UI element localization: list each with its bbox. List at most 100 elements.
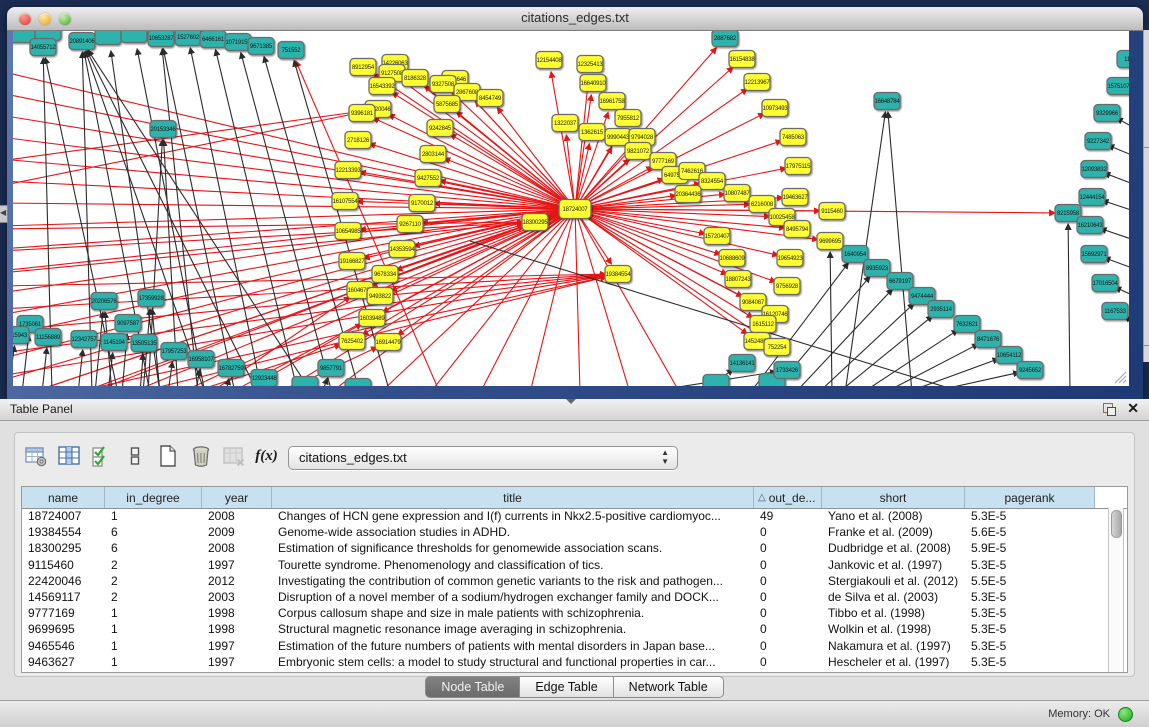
graph-node[interactable]: 751552	[278, 42, 304, 59]
graph-node[interactable]: 19384554	[605, 266, 631, 283]
graph-node[interactable]: 7485063	[780, 129, 806, 146]
cell-title[interactable]: Disruption of a novel member of a sodium…	[272, 589, 754, 605]
cell-name[interactable]: 9699695	[22, 621, 105, 637]
graph-node[interactable]: 12342757	[71, 331, 97, 348]
graph-node[interactable]: 12923448	[251, 370, 277, 387]
cell-out-de-[interactable]: 0	[754, 540, 822, 556]
cell-pagerank[interactable]: 5.3E-5	[965, 557, 1095, 573]
cell-name[interactable]: 22420046	[22, 573, 105, 589]
graph-node[interactable]: 7632621	[954, 316, 980, 333]
graph-node[interactable]: 16543392	[369, 78, 395, 95]
tab-edge-table[interactable]: Edge Table	[520, 676, 613, 698]
graph-node[interactable]: 9671385	[248, 38, 274, 55]
graph-node[interactable]: 1362615	[579, 124, 605, 141]
graph-node[interactable]: 12093832	[1081, 161, 1107, 178]
graph-node[interactable]: 2718126	[345, 132, 371, 149]
tab-network-table[interactable]: Network Table	[614, 676, 724, 698]
graph-node[interactable]: 9427552	[415, 170, 441, 187]
graph-node[interactable]: 16154838	[729, 51, 755, 68]
graph-node[interactable]: 8186328	[402, 70, 428, 87]
cell-title[interactable]: Embryonic stem cells: a model to study s…	[272, 654, 754, 670]
cell-short[interactable]: Hescheler et al. (1997)	[822, 654, 965, 670]
minimize-window-button[interactable]	[39, 13, 51, 25]
graph-node[interactable]: 10653287	[148, 31, 174, 47]
cell-pagerank[interactable]: 5.3E-5	[965, 605, 1095, 621]
graph-node[interactable]	[703, 375, 729, 387]
cell-in-degree[interactable]: 1	[105, 654, 202, 670]
graph-node[interactable]: 8324554	[699, 173, 725, 190]
cell-out-de-[interactable]: 0	[754, 573, 822, 589]
graph-node[interactable]: 8471676	[975, 331, 1001, 348]
memory-ok-indicator[interactable]	[1118, 707, 1133, 722]
close-window-button[interactable]	[19, 13, 31, 25]
cell-out-de-[interactable]: 0	[754, 654, 822, 670]
graph-node[interactable]: 9242845	[427, 120, 453, 137]
column-header-pagerank[interactable]: pagerank	[965, 487, 1095, 508]
cell-year[interactable]: 1998	[202, 605, 272, 621]
cell-in-degree[interactable]: 6	[105, 540, 202, 556]
cell-title[interactable]: Estimation of significance thresholds fo…	[272, 540, 754, 556]
float-panel-icon[interactable]	[1102, 402, 1117, 417]
cell-name[interactable]: 19384554	[22, 524, 105, 540]
table-settings-button[interactable]	[19, 441, 52, 471]
cell-pagerank[interactable]: 5.3E-5	[965, 638, 1095, 654]
column-header-name[interactable]: name	[22, 487, 105, 508]
citation-graph[interactable]: 1405571220891406106532871527602646616110…	[13, 31, 1129, 386]
graph-node[interactable]: 20891406	[69, 33, 95, 50]
cell-in-degree[interactable]: 2	[105, 557, 202, 573]
cell-out-de-[interactable]: 0	[754, 621, 822, 637]
graph-node[interactable]: 19166827	[339, 253, 365, 270]
graph-node[interactable]: 14055712	[30, 39, 56, 56]
splitter-handle[interactable]	[566, 399, 576, 404]
graph-node[interactable]: 16210643	[1077, 217, 1103, 234]
graph-node[interactable]: 752254	[764, 339, 790, 356]
table-row[interactable]: 977716911998Corpus callosum shape and si…	[22, 605, 1127, 621]
graph-node[interactable]: 15692971	[1081, 246, 1107, 263]
graph-node[interactable]: 17016504	[1092, 275, 1118, 292]
table-scrollbar[interactable]	[1108, 508, 1124, 672]
cell-title[interactable]: Estimation of the future numbers of pati…	[272, 638, 754, 654]
network-canvas[interactable]: 1405571220891406106532871527602646616110…	[13, 31, 1129, 386]
graph-node[interactable]: 7625402	[339, 333, 365, 350]
close-panel-icon[interactable]: ✕	[1127, 400, 1139, 417]
graph-node[interactable]: 10654112	[996, 347, 1022, 364]
graph-node[interactable]: 20153346	[150, 121, 176, 138]
select-columns-button[interactable]	[85, 441, 118, 471]
graph-node[interactable]: 17957253	[161, 343, 187, 360]
graph-node[interactable]: 9245652	[1017, 362, 1043, 379]
maximize-window-button[interactable]	[59, 13, 71, 25]
graph-node[interactable]: 7955812	[615, 110, 641, 127]
cell-out-de-[interactable]: 0	[754, 605, 822, 621]
graph-node[interactable]: 1117	[1117, 51, 1129, 68]
graph-node[interactable]: 9329966	[1094, 105, 1120, 122]
cell-year[interactable]: 2012	[202, 573, 272, 589]
graph-node[interactable]: 6679197	[887, 273, 913, 290]
cell-year[interactable]: 1998	[202, 621, 272, 637]
graph-node[interactable]: 10654985	[335, 223, 361, 240]
table-row[interactable]: 1830029562008Estimation of significance …	[22, 540, 1127, 556]
cell-title[interactable]: Corpus callosum shape and size in male p…	[272, 605, 754, 621]
cell-name[interactable]: 9115460	[22, 557, 105, 573]
graph-node[interactable]: 16961758	[599, 93, 625, 110]
table-row[interactable]: 2242004622012Investigating the contribut…	[22, 573, 1127, 589]
graph-node[interactable]: 9170012	[409, 195, 435, 212]
graph-node[interactable]: 17359928	[138, 290, 164, 307]
graph-node[interactable]: 1167533	[1102, 303, 1128, 320]
delete-table-button[interactable]	[217, 441, 250, 471]
graph-node[interactable]: 16782759	[218, 360, 244, 377]
graph-node[interactable]: 9097587	[115, 315, 141, 332]
cell-in-degree[interactable]: 1	[105, 508, 202, 524]
graph-node[interactable]: 2803144	[420, 146, 446, 163]
graph-node[interactable]: 1733426	[774, 362, 800, 379]
table-panel-header[interactable]: Table Panel ✕	[0, 399, 1149, 421]
graph-node[interactable]: 2887682	[712, 31, 738, 47]
table-row[interactable]: 1872400712008Changes of HCN gene express…	[22, 508, 1127, 524]
graph-node[interactable]: 8912954	[350, 59, 376, 76]
graph-node[interactable]: 20206576	[91, 293, 117, 310]
graph-node[interactable]: 10807487	[724, 185, 750, 202]
cell-out-de-[interactable]: 0	[754, 638, 822, 654]
table-row[interactable]: 969969511998Structural magnetic resonanc…	[22, 621, 1127, 637]
tab-node-table[interactable]: Node Table	[425, 676, 520, 698]
cell-name[interactable]: 18724007	[22, 508, 105, 524]
cell-short[interactable]: Franke et al. (2009)	[822, 524, 965, 540]
